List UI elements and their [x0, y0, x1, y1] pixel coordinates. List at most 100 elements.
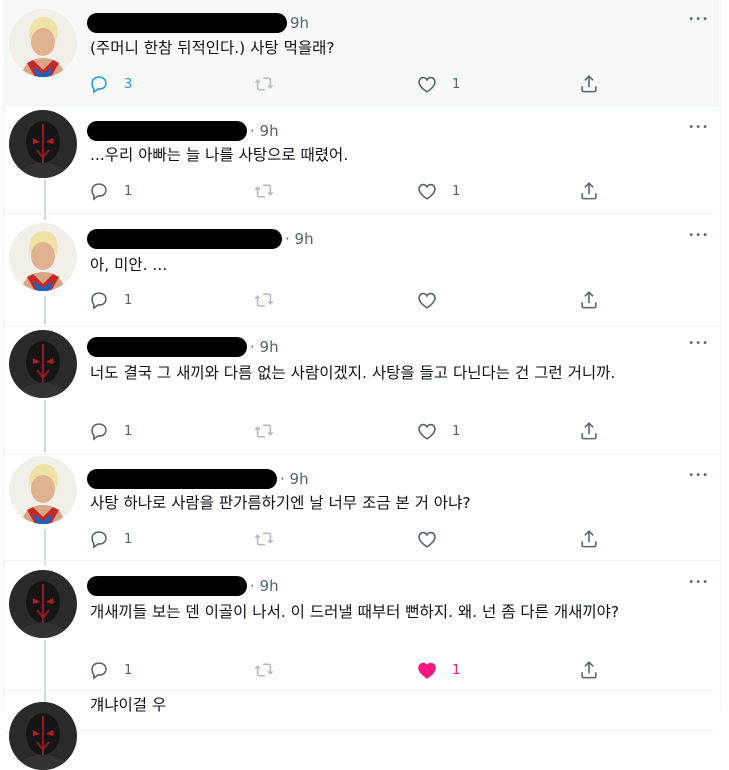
reply-count: 3 [124, 76, 133, 92]
like-count: 1 [452, 662, 461, 678]
share-icon [578, 73, 600, 95]
like-count: 1 [452, 76, 461, 92]
tweet-header: · 9h [87, 336, 279, 358]
reply-icon [88, 659, 110, 681]
redacted-username[interactable] [87, 469, 277, 489]
like-count: 1 [452, 423, 461, 439]
like-button[interactable]: 1 [416, 657, 460, 683]
redacted-username[interactable] [87, 13, 287, 33]
tweet-time[interactable]: · 9h [285, 230, 314, 248]
avatar[interactable] [9, 330, 77, 398]
reply-icon [88, 289, 110, 311]
reply-icon [88, 180, 110, 202]
retweet-icon [253, 659, 275, 681]
reply-button[interactable]: 1 [88, 287, 132, 313]
redacted-username[interactable] [87, 576, 247, 596]
avatar[interactable] [9, 702, 77, 770]
redacted-username[interactable] [87, 337, 247, 357]
tweet-header: · 9h [87, 575, 279, 597]
tweet-text: (주머니 한참 뒤적인다.) 사탕 먹을래? [90, 39, 335, 57]
tweet-time[interactable]: 9h [290, 14, 309, 32]
tweet-actions: 11 [88, 657, 608, 683]
tweet-actions: 11 [88, 418, 608, 444]
retweet-button[interactable] [253, 657, 275, 683]
tweet-time[interactable]: · 9h [250, 122, 279, 140]
like-icon [416, 659, 438, 681]
reply-button[interactable]: 1 [88, 526, 132, 552]
reply-count: 1 [124, 183, 133, 199]
share-button[interactable] [578, 178, 600, 204]
reply-icon [88, 420, 110, 442]
like-icon [416, 420, 438, 442]
like-button[interactable]: 1 [416, 178, 460, 204]
reply-button[interactable]: 3 [88, 71, 132, 97]
tweet-header: 9h [87, 12, 309, 34]
like-icon [416, 528, 438, 550]
retweet-button[interactable] [253, 287, 275, 313]
retweet-button[interactable] [253, 418, 275, 444]
more-icon[interactable]: ••• [688, 470, 709, 481]
retweet-icon [253, 528, 275, 550]
more-icon[interactable]: ••• [688, 577, 709, 588]
share-icon [578, 528, 600, 550]
tweet-text: 걔냐이걸 우 [90, 696, 167, 714]
tweet-actions: 31 [88, 71, 608, 97]
avatar[interactable] [9, 570, 77, 638]
retweet-button[interactable] [253, 178, 275, 204]
reply-button[interactable]: 1 [88, 178, 132, 204]
reply-count: 1 [124, 531, 133, 547]
share-button[interactable] [578, 287, 600, 313]
avatar[interactable] [9, 110, 77, 178]
like-button[interactable] [416, 526, 438, 552]
like-button[interactable]: 1 [416, 418, 460, 444]
like-icon [416, 289, 438, 311]
share-button[interactable] [578, 418, 600, 444]
reply-icon [88, 528, 110, 550]
tweet-header: · 9h [87, 468, 309, 490]
reply-button[interactable]: 1 [88, 657, 132, 683]
share-icon [578, 420, 600, 442]
like-button[interactable] [416, 287, 438, 313]
retweet-icon [253, 73, 275, 95]
reply-icon [88, 73, 110, 95]
tweet-time[interactable]: · 9h [250, 338, 279, 356]
redacted-username[interactable] [87, 229, 282, 249]
reply-count: 1 [124, 292, 133, 308]
tweet-actions: 11 [88, 178, 608, 204]
like-count: 1 [452, 183, 461, 199]
like-icon [416, 180, 438, 202]
more-icon[interactable]: ••• [688, 338, 709, 349]
tweet-time[interactable]: · 9h [250, 577, 279, 595]
share-button[interactable] [578, 526, 600, 552]
retweet-button[interactable] [253, 71, 275, 97]
like-button[interactable]: 1 [416, 71, 460, 97]
tweet-text: 너도 결국 그 새끼와 다름 없는 사람이겠지. 사탕을 들고 다닌다는 건 그… [90, 364, 616, 382]
avatar[interactable] [9, 9, 77, 77]
redacted-username[interactable] [87, 121, 247, 141]
tweet-text: 개새끼들 보는 덴 이골이 나서. 이 드러낼 때부터 뻔하지. 왜. 넌 좀 … [90, 603, 620, 621]
tweet-header: · 9h [87, 228, 314, 250]
share-icon [578, 659, 600, 681]
retweet-icon [253, 180, 275, 202]
share-icon [578, 180, 600, 202]
more-icon[interactable]: ••• [688, 230, 709, 241]
tweet-actions: 1 [88, 287, 608, 313]
tweet-time[interactable]: · 9h [280, 470, 309, 488]
avatar[interactable] [9, 456, 77, 524]
tweet-header: · 9h [87, 120, 279, 142]
more-icon[interactable]: ••• [688, 122, 709, 133]
reply-button[interactable]: 1 [88, 418, 132, 444]
share-button[interactable] [578, 71, 600, 97]
tweet-actions: 1 [88, 526, 608, 552]
like-icon [416, 73, 438, 95]
avatar[interactable] [9, 223, 77, 291]
tweet-text: ...우리 아빠는 늘 나를 사탕으로 때렸어. [90, 146, 349, 164]
tweet-text: 아, 미안. ... [90, 256, 168, 274]
more-icon[interactable]: ••• [688, 14, 709, 25]
reply-count: 1 [124, 662, 133, 678]
retweet-icon [253, 289, 275, 311]
share-button[interactable] [578, 657, 600, 683]
retweet-icon [253, 420, 275, 442]
reply-count: 1 [124, 423, 133, 439]
retweet-button[interactable] [253, 526, 275, 552]
